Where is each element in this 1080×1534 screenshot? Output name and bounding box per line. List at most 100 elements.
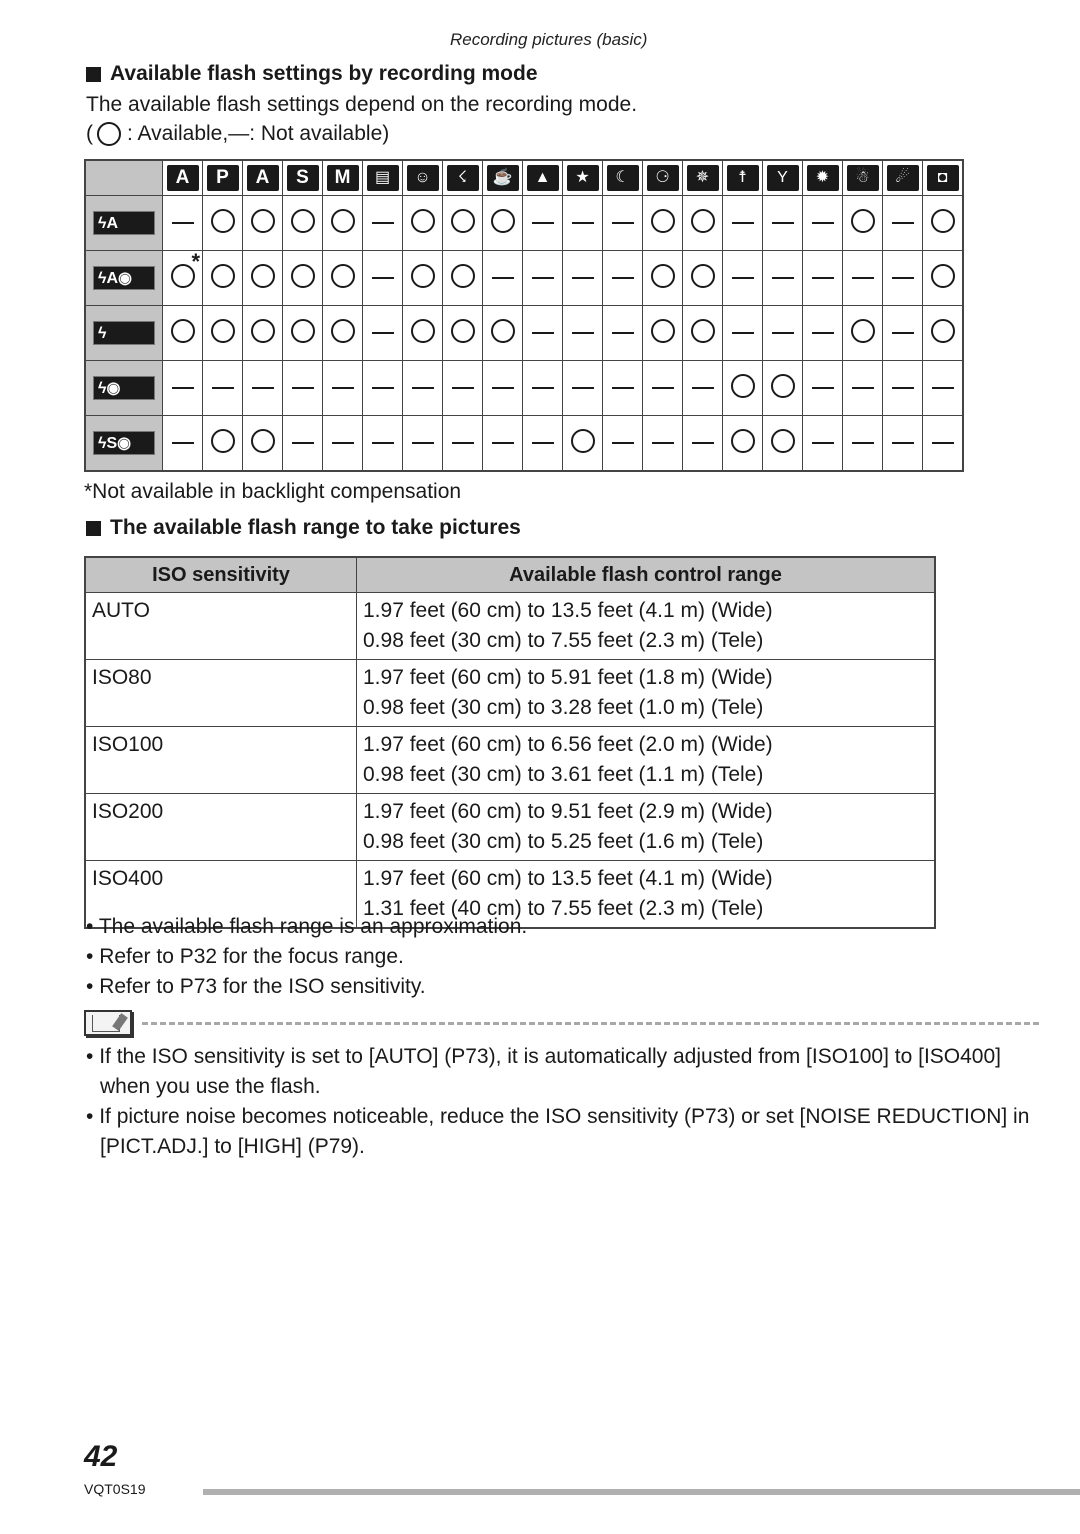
available-circle-icon bbox=[290, 318, 315, 343]
grid-cell bbox=[362, 195, 403, 251]
not-available-dash-icon bbox=[611, 276, 634, 279]
grid-cell bbox=[522, 250, 563, 306]
mode-header: P bbox=[202, 159, 243, 196]
memo-book-icon bbox=[84, 1010, 132, 1036]
grid-cell bbox=[282, 415, 323, 472]
not-available-dash-icon bbox=[891, 276, 914, 279]
not-available-dash-icon bbox=[531, 386, 554, 389]
not-available-dash-icon bbox=[811, 221, 834, 224]
available-circle-icon bbox=[250, 208, 275, 233]
grid-cell bbox=[482, 305, 523, 361]
flash-auto-red-eye-icon: ϟA◉ bbox=[93, 266, 155, 290]
grid-cell bbox=[562, 305, 603, 361]
not-available-dash-icon bbox=[411, 441, 434, 444]
mode-header: S bbox=[282, 159, 323, 196]
manual-exposure-icon: M bbox=[326, 165, 359, 191]
available-circle-icon bbox=[650, 263, 675, 288]
grid-cell bbox=[682, 415, 723, 472]
portrait-icon: ☺ bbox=[406, 165, 439, 191]
not-available-dash-icon bbox=[731, 331, 754, 334]
grid-cell bbox=[802, 305, 843, 361]
not-available-dash-icon bbox=[291, 441, 314, 444]
not-available-dash-icon bbox=[371, 221, 394, 224]
grid-cell bbox=[202, 195, 243, 251]
not-available-dash-icon bbox=[811, 441, 834, 444]
grid-cell bbox=[722, 415, 763, 472]
grid-cell bbox=[762, 195, 803, 251]
grid-cell bbox=[282, 360, 323, 416]
shutter-priority-icon: S bbox=[286, 165, 319, 191]
available-circle-icon bbox=[330, 208, 355, 233]
not-available-dash-icon bbox=[771, 221, 794, 224]
grid-cell bbox=[842, 195, 883, 251]
grid-cell bbox=[442, 415, 483, 472]
flash-range-cell: 1.97 feet (60 cm) to 9.51 feet (2.9 m) (… bbox=[356, 793, 936, 861]
note-item: Refer to P73 for the ISO sensitivity. bbox=[86, 972, 527, 1002]
grid-cell bbox=[322, 305, 363, 361]
available-circle-icon bbox=[410, 208, 435, 233]
available-circle-icon bbox=[930, 208, 955, 233]
asterisk-marker: * bbox=[191, 249, 200, 274]
available-circle-icon bbox=[490, 318, 515, 343]
flash-row-slow-sync-red-eye: ϟS◉ bbox=[84, 415, 964, 472]
column-header-range: Available flash control range bbox=[356, 556, 936, 593]
flash-row-auto-red-eye: ϟA◉ * bbox=[84, 249, 964, 306]
dashed-divider bbox=[142, 1021, 1039, 1025]
not-available-dash-icon bbox=[891, 221, 914, 224]
grid-cell bbox=[922, 250, 964, 306]
not-available-dash-icon bbox=[171, 441, 194, 444]
mode-header: ☨ bbox=[722, 159, 763, 196]
grid-cell bbox=[602, 415, 643, 472]
available-circle-icon bbox=[450, 263, 475, 288]
grid-cell bbox=[442, 195, 483, 251]
night-scenery-icon: ☾ bbox=[606, 165, 639, 191]
flash-range-notes: The available flash range is an approxim… bbox=[86, 912, 527, 1002]
range-wide: 1.97 feet (60 cm) to 5.91 feet (1.8 m) (… bbox=[363, 666, 773, 689]
table-row: AUTO 1.97 feet (60 cm) to 13.5 feet (4.1 … bbox=[84, 592, 936, 660]
flash-forced-on-icon: ϟ bbox=[93, 321, 155, 345]
not-available-dash-icon bbox=[571, 276, 594, 279]
available-circle-icon bbox=[250, 318, 275, 343]
mode-header: ✵ bbox=[682, 159, 723, 196]
tip-item: If picture noise becomes noticeable, red… bbox=[86, 1102, 1036, 1162]
grid-cell bbox=[482, 360, 523, 416]
not-available-dash-icon bbox=[531, 276, 554, 279]
not-available-dash-icon bbox=[691, 441, 714, 444]
not-available-dash-icon bbox=[611, 221, 634, 224]
available-circle-icon bbox=[210, 318, 235, 343]
grid-cell bbox=[242, 250, 283, 306]
grid-cell bbox=[722, 305, 763, 361]
grid-cell bbox=[802, 415, 843, 472]
snow-icon: ☃ bbox=[846, 165, 879, 191]
mode-header: ☇ bbox=[442, 159, 483, 196]
not-available-dash-icon bbox=[371, 441, 394, 444]
soft-skin-icon: ✵ bbox=[686, 165, 719, 191]
mode-header: ✹ bbox=[802, 159, 843, 196]
grid-cell bbox=[882, 195, 923, 251]
grid-cell bbox=[562, 360, 603, 416]
available-circle-icon bbox=[730, 373, 755, 398]
mode-header: ◘ bbox=[922, 159, 964, 196]
section-marker-icon bbox=[86, 520, 101, 536]
not-available-dash-icon bbox=[331, 386, 354, 389]
note-item: Refer to P32 for the focus range. bbox=[86, 942, 527, 972]
grid-cell bbox=[242, 305, 283, 361]
not-available-dash-icon bbox=[651, 386, 674, 389]
table-row: ISO80 1.97 feet (60 cm) to 5.91 feet (1.8… bbox=[84, 659, 936, 727]
available-circle-icon bbox=[690, 208, 715, 233]
flash-row-forced-on-red-eye: ϟ◉ bbox=[84, 360, 964, 416]
grid-cell bbox=[482, 250, 523, 306]
not-available-dash-icon bbox=[611, 331, 634, 334]
grid-cell bbox=[442, 360, 483, 416]
available-circle-icon bbox=[930, 263, 955, 288]
not-available-dash-icon bbox=[931, 441, 954, 444]
grid-cell bbox=[522, 195, 563, 251]
candle-light-icon: ☨ bbox=[726, 165, 759, 191]
grid-cell bbox=[922, 305, 964, 361]
grid-cell bbox=[762, 415, 803, 472]
flash-range-cell: 1.97 feet (60 cm) to 6.56 feet (2.0 m) (… bbox=[356, 726, 936, 794]
available-circle-icon bbox=[850, 208, 875, 233]
flash-mode-label: ϟS◉ bbox=[84, 415, 163, 472]
grid-cell bbox=[522, 360, 563, 416]
footer-rule bbox=[203, 1489, 1080, 1495]
